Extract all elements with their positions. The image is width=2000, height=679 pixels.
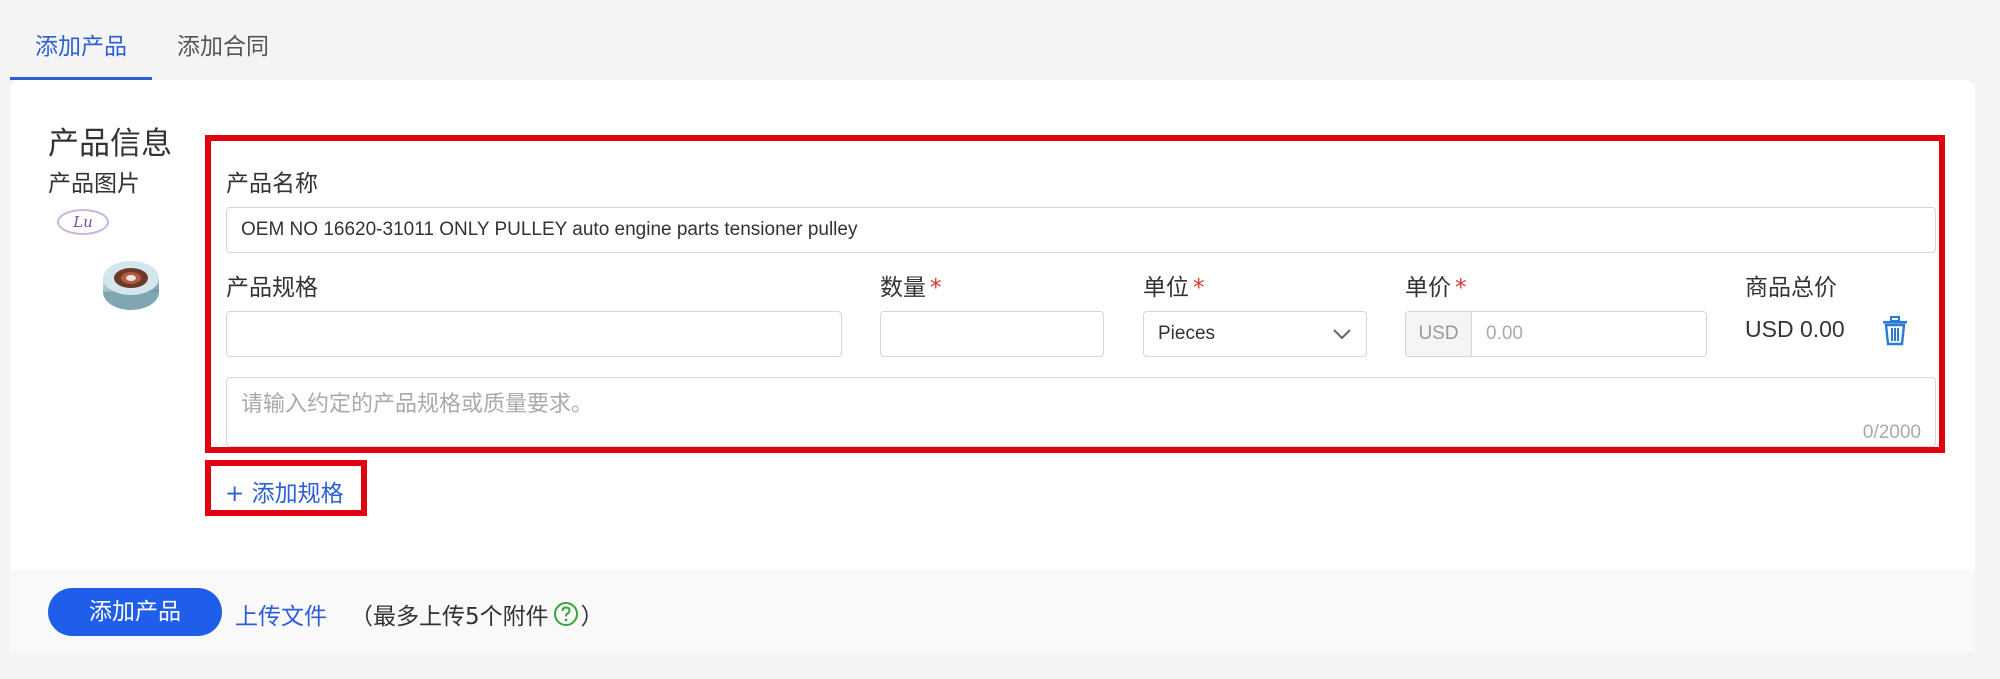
unit-price-placeholder: 0.00 (1486, 323, 1523, 344)
chevron-down-icon (1333, 329, 1351, 340)
unit-label-text: 单位 (1143, 275, 1189, 301)
spec-description-textarea[interactable]: 请输入约定的产品规格或质量要求。 0/2000 (226, 377, 1936, 447)
upload-note-close: ） (580, 604, 604, 630)
unit-select-value: Pieces (1158, 323, 1216, 344)
upload-limit-note: （最多上传5个附件 ） (350, 597, 604, 631)
question-circle-icon[interactable] (553, 601, 579, 627)
product-spec-input[interactable] (226, 311, 842, 357)
tab-add-contract[interactable]: 添加合同 (152, 0, 294, 80)
unit-select[interactable]: Pieces (1143, 311, 1367, 357)
product-name-input[interactable]: OEM NO 16620-31011 ONLY PULLEY auto engi… (226, 207, 1936, 253)
character-counter: 0/2000 (1862, 422, 1921, 443)
unit-price-input[interactable]: USD 0.00 (1405, 311, 1707, 357)
quantity-input[interactable] (880, 311, 1104, 357)
unit-price-label-text: 单价 (1405, 275, 1451, 301)
total-price-value: USD 0.00 (1745, 316, 1845, 342)
tab-add-product[interactable]: 添加产品 (10, 0, 152, 80)
trash-icon[interactable] (1882, 316, 1908, 346)
add-product-button[interactable]: 添加产品 (48, 588, 222, 636)
unit-price-label: 单价 * (1405, 268, 1467, 302)
section-title: 产品信息 (48, 126, 172, 162)
upload-file-link[interactable]: 上传文件 (235, 597, 327, 631)
upload-note-text: （最多上传5个附件 (350, 604, 549, 630)
required-mark: * (1193, 275, 1205, 301)
currency-prefix: USD (1406, 312, 1472, 356)
spec-description-placeholder: 请输入约定的产品规格或质量要求。 (241, 392, 594, 417)
required-mark: * (930, 275, 942, 301)
quantity-label-text: 数量 (880, 275, 926, 301)
add-spec-link[interactable]: + 添加规格 (225, 474, 344, 508)
tab-bar: 添加产品 添加合同 (10, 0, 294, 80)
unit-label: 单位 * (1143, 268, 1205, 302)
product-name-label: 产品名称 (226, 171, 318, 197)
product-image-label: 产品图片 (48, 171, 140, 197)
total-price-label: 商品总价 (1745, 275, 1837, 301)
quantity-label: 数量 * (880, 268, 942, 302)
required-mark: * (1455, 275, 1467, 301)
brand-logo-thumbnail[interactable]: Lu (57, 209, 109, 235)
pulley-image-thumbnail[interactable] (101, 258, 161, 312)
product-spec-label: 产品规格 (226, 275, 318, 301)
